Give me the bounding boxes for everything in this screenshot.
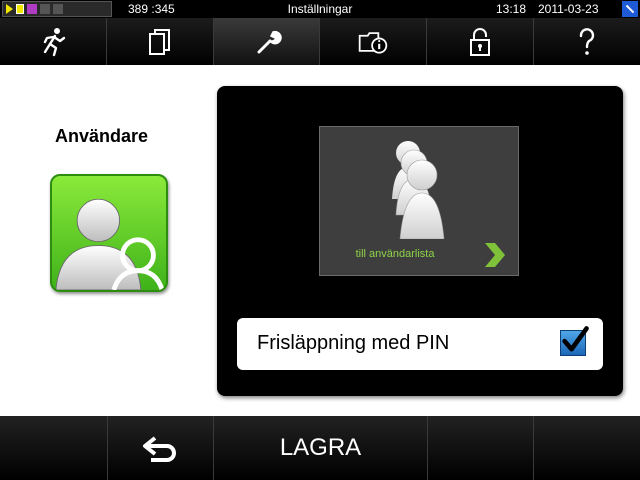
users-tile <box>50 174 168 292</box>
status-bar: 389 :345 Inställningar 13:18 2011-03-23 <box>0 0 640 18</box>
screen: 389 :345 Inställningar 13:18 2011-03-23 <box>0 0 640 480</box>
tab-settings[interactable] <box>213 18 321 65</box>
clock-date: 2011-03-23 <box>538 2 599 16</box>
checkmark-icon <box>562 326 589 352</box>
bottom-empty-slot <box>428 416 534 480</box>
wrench-icon <box>257 30 282 53</box>
bottom-bar: LAGRA <box>0 416 640 480</box>
tab-info[interactable] <box>320 18 428 65</box>
tab-help[interactable] <box>534 18 640 65</box>
tab-login[interactable] <box>427 18 535 65</box>
page-title: Användare <box>55 126 149 146</box>
tab-documentation[interactable] <box>107 18 214 65</box>
pin-release-row[interactable]: Frisläppning med PIN <box>237 318 603 370</box>
user-list-button[interactable]: till användarlista <box>319 126 519 276</box>
top-nav <box>0 18 640 65</box>
clock-time: 13:18 <box>496 2 527 16</box>
user-list-label: till användarlista <box>355 248 435 260</box>
help-icon <box>579 27 595 55</box>
connection-icon <box>622 1 638 17</box>
documents-icon <box>148 28 170 55</box>
bottom-empty-slot <box>534 416 640 480</box>
unlock-icon <box>470 27 491 56</box>
users-icon <box>55 198 165 290</box>
back-button[interactable] <box>107 416 214 480</box>
users-group-icon <box>392 141 445 239</box>
tab-program-start[interactable] <box>0 18 107 65</box>
chevron-right-icon <box>485 243 505 267</box>
back-arrow-icon <box>142 436 176 462</box>
save-button[interactable]: LAGRA <box>214 416 428 480</box>
settings-panel: till användarlista Frisläppning med PIN <box>217 86 623 396</box>
pin-release-label: Frisläppning med PIN <box>257 332 450 354</box>
folder-info-icon <box>359 31 388 54</box>
pin-release-checkbox[interactable] <box>560 326 589 356</box>
running-man-icon <box>43 27 66 56</box>
